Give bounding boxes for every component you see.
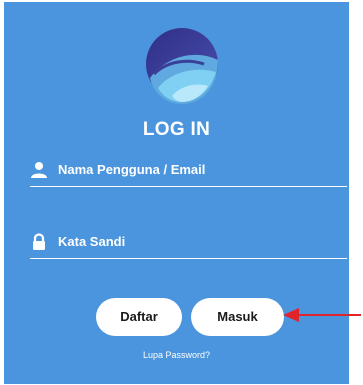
login-button[interactable]: Masuk (191, 298, 284, 336)
login-screen: LOG IN Nama Pengguna / Email Kata Sandi … (4, 2, 349, 384)
username-field[interactable]: Nama Pengguna / Email (30, 158, 347, 187)
page-title: LOG IN (142, 119, 211, 140)
lock-icon (33, 233, 45, 250)
arrow-left-icon (283, 308, 361, 322)
username-placeholder: Nama Pengguna / Email (58, 162, 206, 177)
password-field[interactable]: Kata Sandi (30, 230, 347, 259)
password-placeholder: Kata Sandi (58, 234, 126, 249)
app-logo (146, 28, 218, 104)
register-button[interactable]: Daftar (96, 298, 182, 336)
user-icon (31, 162, 47, 178)
forgot-password-link[interactable]: Lupa Password? (4, 350, 349, 360)
